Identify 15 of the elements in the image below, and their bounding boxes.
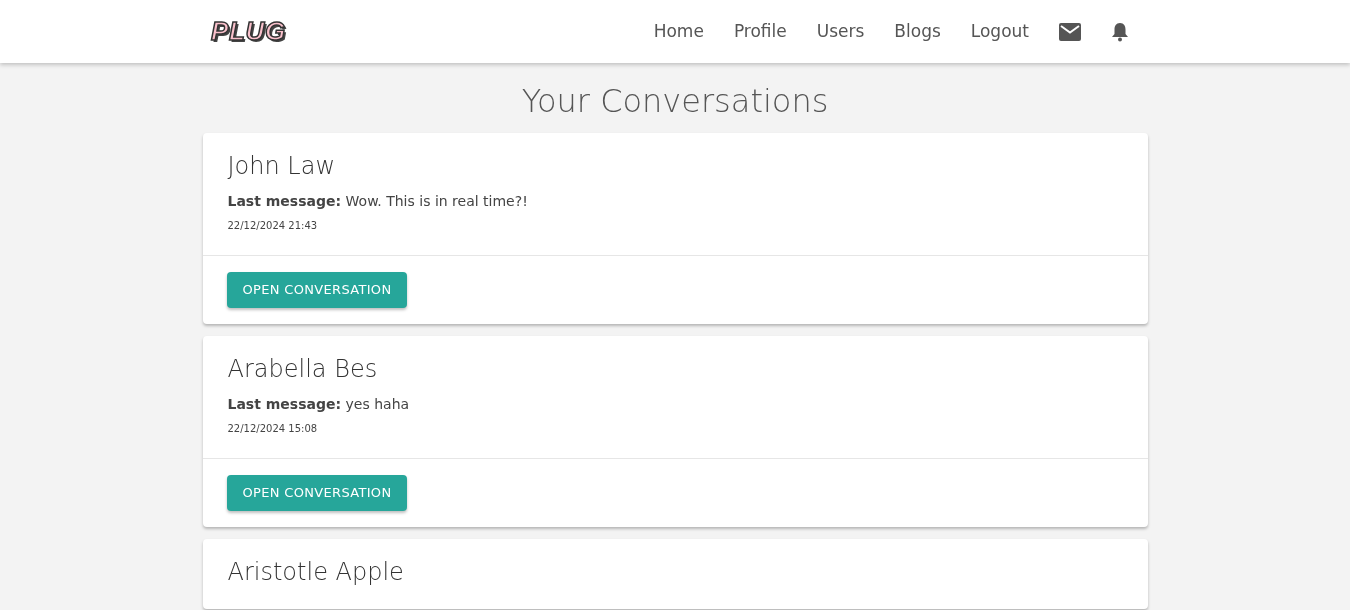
bell-icon[interactable] (1111, 21, 1129, 42)
nav-link[interactable]: Users (816, 18, 865, 45)
nav-link[interactable]: Home (653, 18, 704, 45)
contact-name: Aristotle Apple (227, 557, 405, 587)
page-title: Your Conversations (520, 81, 830, 122)
timestamp: 22/12/2024 21:43 (227, 219, 319, 233)
last-message: Last message: yes haha (227, 395, 411, 414)
nav-link[interactable]: Profile (733, 18, 787, 45)
timestamp: 22/12/2024 15:08 (227, 422, 319, 436)
nav-link[interactable]: Logout (970, 18, 1029, 45)
mail-icon[interactable] (1059, 22, 1081, 41)
contact-name: John Law (227, 151, 337, 181)
last-message: Last message: Wow. This is in real time?! (227, 192, 529, 211)
contact-name: Arabella Bes (227, 354, 379, 384)
nav-link[interactable]: Blogs (894, 18, 941, 45)
